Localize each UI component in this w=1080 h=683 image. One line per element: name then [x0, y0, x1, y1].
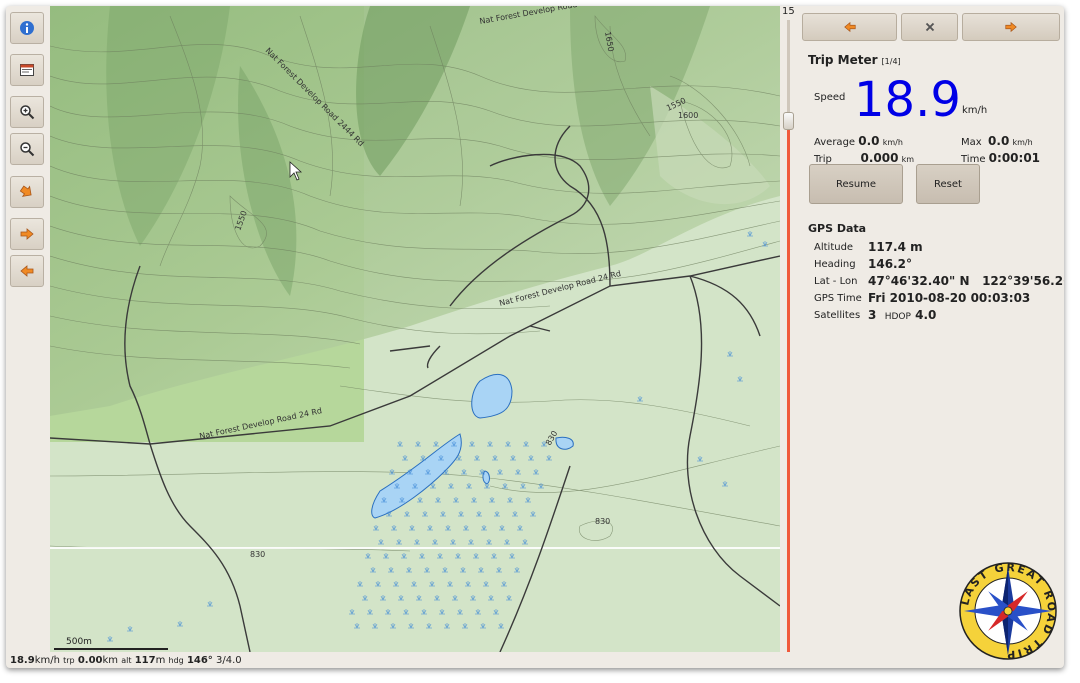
- screen-button[interactable]: [10, 54, 44, 86]
- max-label: Max: [961, 137, 982, 148]
- contour-label: 830: [250, 550, 265, 559]
- contour-label: 830: [595, 517, 610, 526]
- info-button[interactable]: [10, 12, 44, 44]
- trip-meter-title: Trip Meter [1/4]: [808, 53, 901, 67]
- sat-value: 3: [868, 308, 877, 322]
- heading-value: 146.2°: [868, 257, 912, 271]
- topo-map: Nat Forest Develop Road 24 Rd Nat Forest…: [50, 6, 780, 652]
- trip-unit: km: [901, 155, 915, 164]
- arrow-right-icon: [20, 228, 34, 240]
- last-great-road-trip-logo: LAST GREAT ROAD TRIP: [958, 561, 1057, 661]
- track-button[interactable]: [10, 176, 44, 208]
- contour-label: 1600: [678, 111, 698, 120]
- altitude-value: 117.4 m: [868, 240, 923, 254]
- zoom-value: 15: [782, 6, 795, 17]
- scale-bar: 500m: [54, 637, 170, 650]
- gps-latlon-row: Lat - Lon 47°46'32.40" N 122°39'56.26: [814, 274, 1064, 288]
- gps-heading-row: Heading 146.2°: [814, 257, 912, 271]
- speed-value: 18.9: [854, 72, 961, 128]
- average-label: Average: [814, 137, 856, 148]
- status-trp-label: trp: [63, 656, 75, 665]
- average-stat: Average 0.0 km/h: [814, 134, 903, 148]
- max-stat: Max 0.0 km/h: [961, 134, 1033, 148]
- hdop-value: 4.0: [915, 308, 937, 322]
- gps-time-label: GPS Time: [814, 293, 862, 304]
- average-unit: km/h: [882, 138, 903, 147]
- satellites-value: 3 HDOP 4.0: [868, 308, 936, 322]
- status-bar: 18.9km/h trp 0.00km alt 117m hdg 146° 3/…: [6, 653, 790, 668]
- time-stat: Time 0:00:01: [961, 151, 1040, 165]
- trip-meter-page: [1/4]: [881, 57, 901, 66]
- screen-icon: [20, 64, 34, 76]
- zoom-track-filled: [787, 20, 790, 122]
- app-window: Nat Forest Develop Road 24 Rd Nat Forest…: [6, 6, 1064, 668]
- map-view[interactable]: Nat Forest Develop Road 24 Rd Nat Forest…: [50, 6, 780, 652]
- status-trp: 0.00: [77, 655, 103, 666]
- close-icon: [925, 22, 934, 32]
- status-alt: 117: [134, 655, 156, 666]
- left-toolbar: [6, 6, 50, 656]
- heading-label: Heading: [814, 259, 856, 270]
- speed-label: Speed: [814, 92, 846, 103]
- zoom-in-button[interactable]: [10, 96, 44, 128]
- lat-value: 47°46'32.40" N: [868, 274, 970, 288]
- gps-data-title: GPS Data: [808, 222, 867, 235]
- satellites-label: Satellites: [814, 310, 861, 321]
- latlon-label: Lat - Lon: [814, 276, 858, 287]
- back-button[interactable]: [10, 255, 44, 287]
- status-hdg-label: hdg: [168, 656, 184, 665]
- arrow-left-icon: [843, 21, 856, 33]
- resume-button[interactable]: Resume: [809, 164, 903, 204]
- average-value: 0.0: [858, 134, 880, 148]
- gps-altitude-row: Altitude 117.4 m: [814, 240, 923, 254]
- status-hdg: 146°: [186, 655, 213, 666]
- status-speed: 18.9: [10, 655, 35, 666]
- altitude-label: Altitude: [814, 242, 854, 253]
- gps-time-value: Fri 2010-08-20 00:03:03: [868, 291, 1031, 305]
- scale-label: 500m: [66, 637, 92, 647]
- status-speed-unit: km/h: [34, 655, 60, 666]
- status-trp-unit: km: [102, 655, 119, 666]
- max-unit: km/h: [1012, 138, 1033, 147]
- gps-time-row: GPS Time Fri 2010-08-20 00:03:03: [814, 291, 1030, 305]
- zoom-in-icon: [20, 105, 35, 120]
- trip-value: 0.000: [860, 151, 899, 165]
- info-icon: [20, 21, 34, 35]
- hdop-label: HDOP: [884, 312, 911, 322]
- zoom-out-icon: [20, 142, 35, 157]
- time-value: 0:00:01: [988, 151, 1041, 165]
- forward-button[interactable]: [10, 218, 44, 250]
- scale-line: [54, 648, 168, 650]
- trip-meter-label: Trip Meter: [808, 53, 878, 67]
- close-button[interactable]: [901, 13, 958, 41]
- trip-stat: Trip 0.000 km: [814, 151, 914, 165]
- status-sats: 3/4.0: [216, 655, 242, 666]
- arrow-left-icon: [20, 265, 34, 277]
- reset-button[interactable]: Reset: [916, 164, 980, 204]
- prev-page-button[interactable]: [802, 13, 897, 41]
- track-icon: [19, 185, 32, 197]
- gps-satellites-row: Satellites 3 HDOP 4.0: [814, 308, 936, 322]
- speed-unit: km/h: [962, 105, 988, 116]
- max-value: 0.0: [988, 134, 1010, 148]
- lon-value: 122°39'56.26: [982, 274, 1064, 288]
- zoom-out-button[interactable]: [10, 133, 44, 165]
- zoom-slider[interactable]: 15: [780, 6, 798, 656]
- status-alt-unit: m: [155, 655, 166, 666]
- latlon-value: 47°46'32.40" N 122°39'56.26: [868, 274, 1064, 288]
- status-alt-label: alt: [121, 656, 132, 665]
- arrow-right-icon: [1005, 21, 1017, 33]
- next-page-button[interactable]: [962, 13, 1060, 41]
- zoom-thumb[interactable]: [783, 112, 794, 131]
